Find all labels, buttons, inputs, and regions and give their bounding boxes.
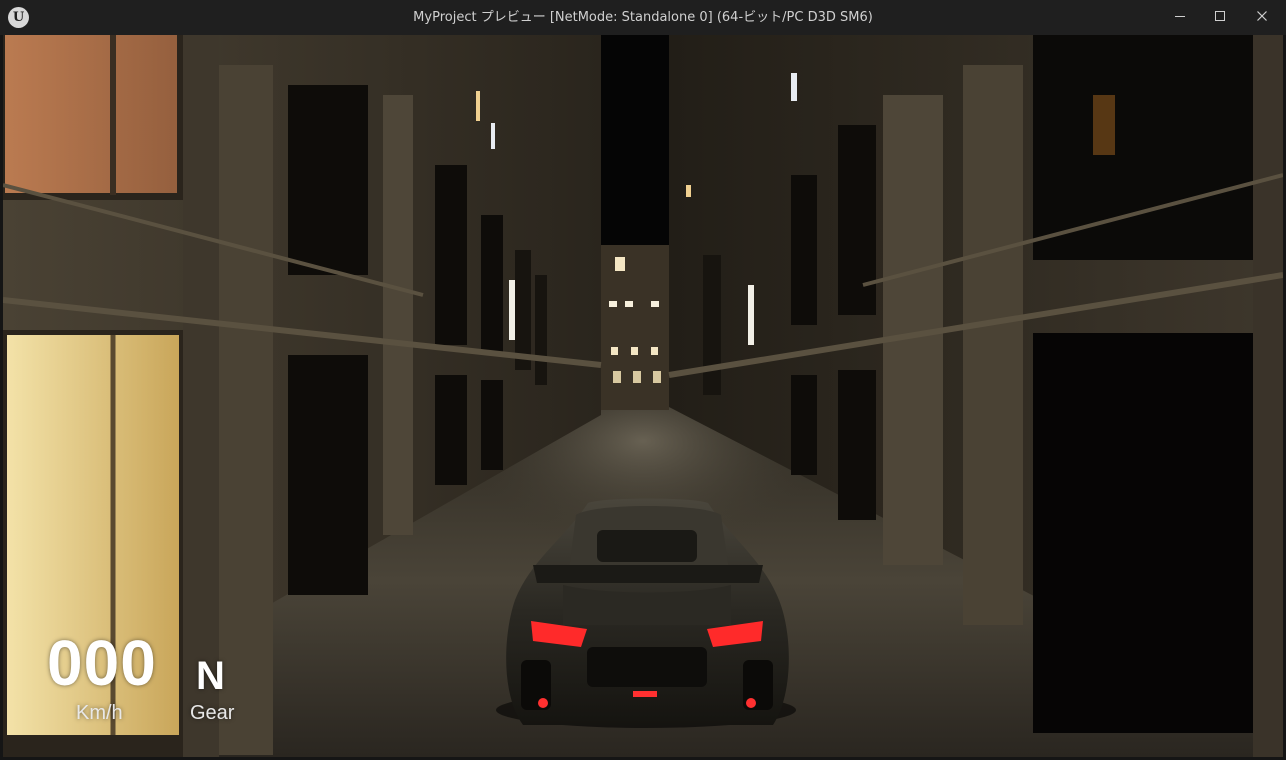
speedometer-unit: Km/h: [76, 702, 123, 724]
minimize-button[interactable]: [1158, 0, 1202, 32]
gear-label: Gear: [190, 702, 235, 724]
maximize-button[interactable]: [1198, 0, 1242, 32]
street-scene: [3, 35, 1283, 757]
gear-indicator: N: [196, 654, 225, 698]
close-button[interactable]: [1240, 0, 1284, 32]
close-icon: [1257, 11, 1267, 21]
maximize-icon: [1215, 11, 1225, 21]
speedometer-value: 000: [47, 627, 157, 699]
game-viewport[interactable]: 000 Km/h N Gear: [3, 35, 1283, 757]
window-title: MyProject プレビュー [NetMode: Standalone 0] …: [413, 10, 873, 25]
title-bar[interactable]: U MyProject プレビュー [NetMode: Standalone 0…: [0, 0, 1286, 35]
minimize-icon: [1175, 16, 1185, 17]
game-window: U MyProject プレビュー [NetMode: Standalone 0…: [0, 0, 1286, 760]
